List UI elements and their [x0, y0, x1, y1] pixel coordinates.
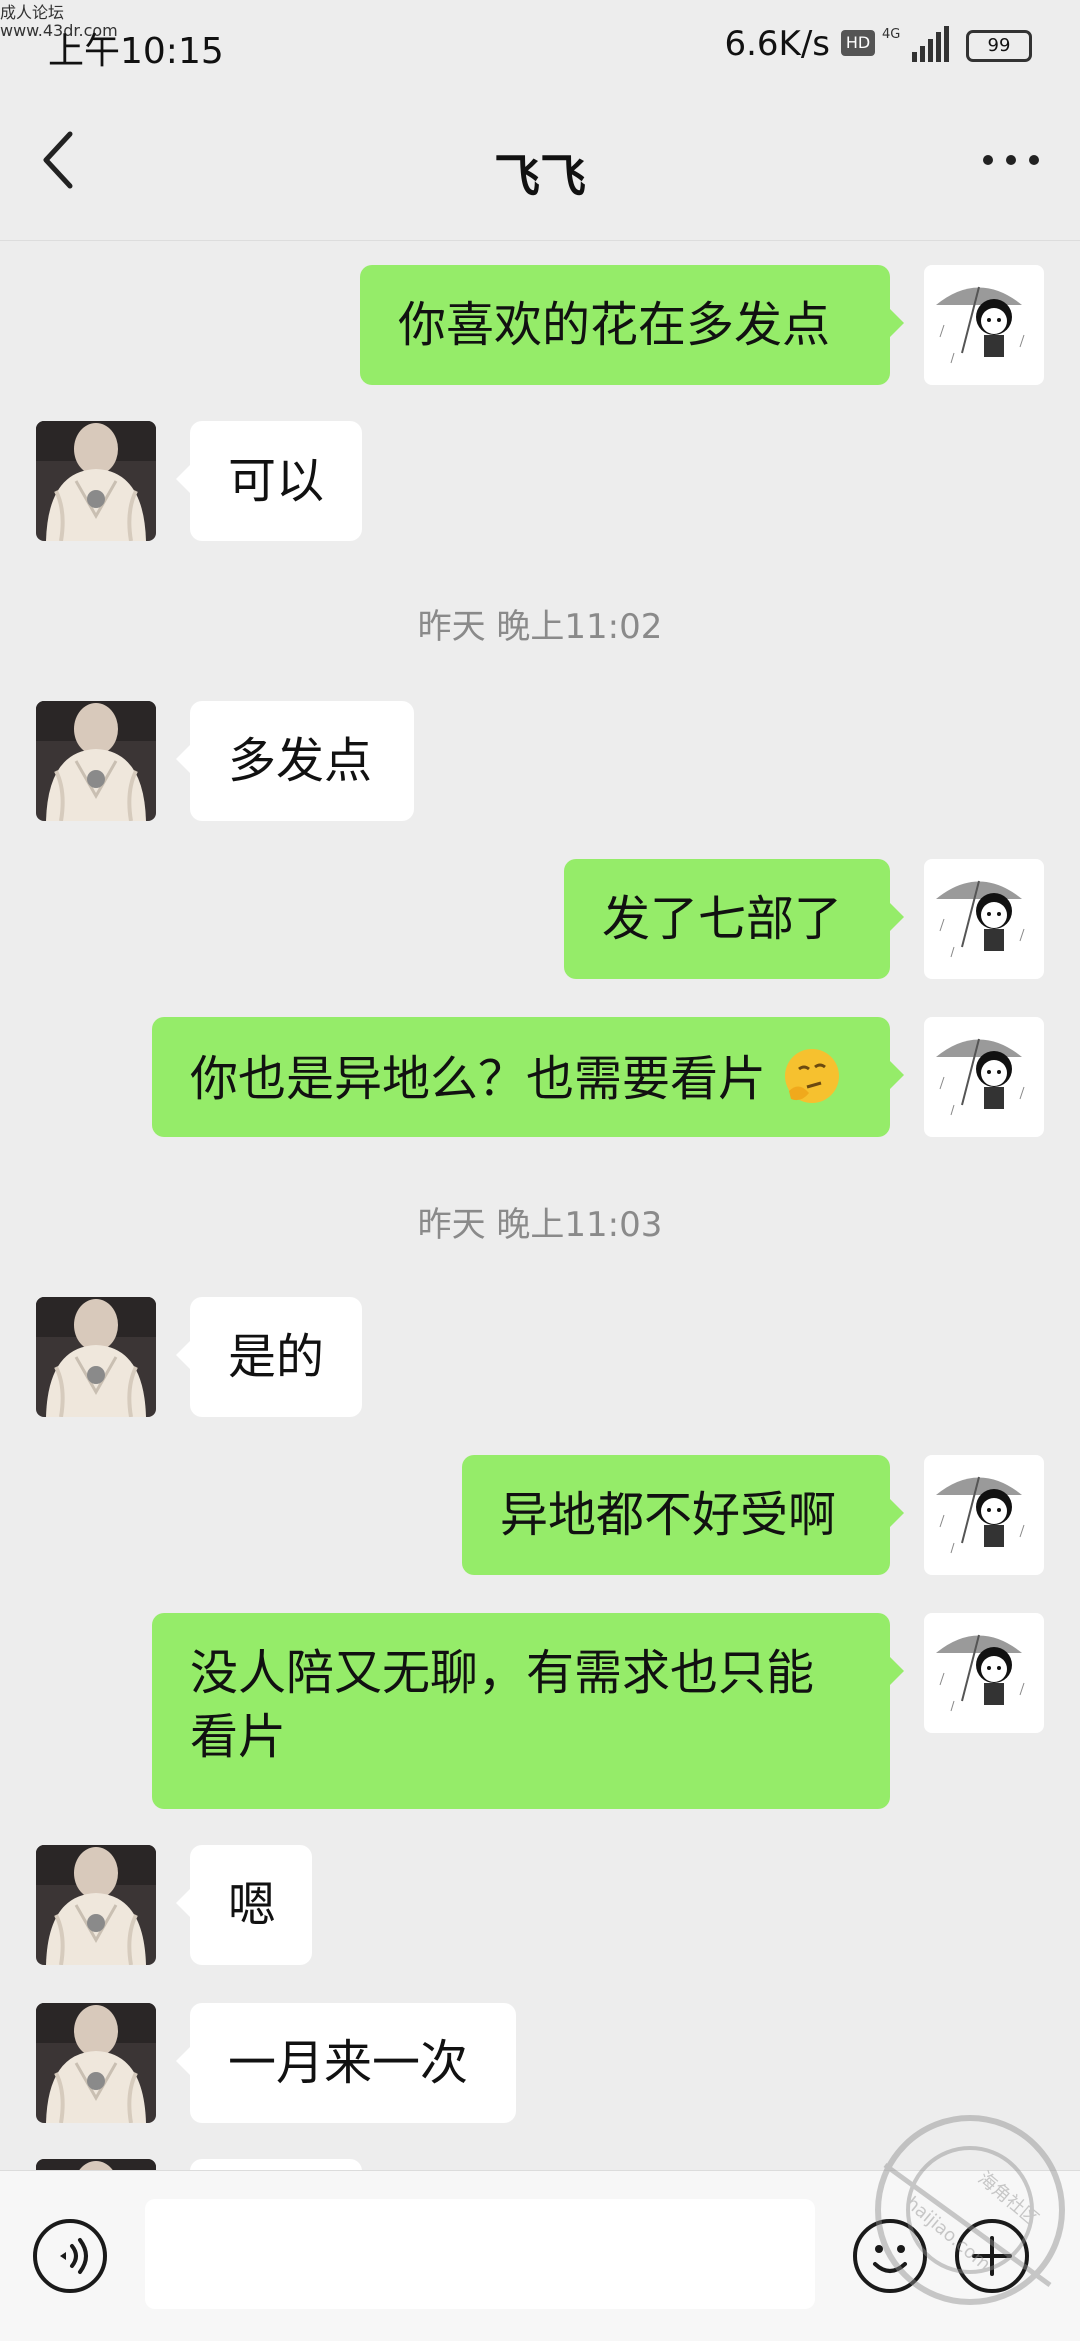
- status-time: 上午10:15: [48, 31, 224, 72]
- my-avatar-sticker[interactable]: [924, 859, 1044, 979]
- watermark-stamp-icon: 海角社区 haijiao.com: [875, 2115, 1065, 2305]
- message-text: 你也是异地么？也需要看片: [190, 1051, 767, 1107]
- message-bubble[interactable]: 你喜欢的花在多发点: [360, 265, 904, 385]
- message-bubble[interactable]: 异地都不好受啊: [462, 1455, 904, 1575]
- signal-icon: 4G: [882, 26, 949, 62]
- message-bubble[interactable]: 没人陪又无聊，有需求也只能 看片: [152, 1613, 904, 1809]
- my-avatar-sticker[interactable]: [924, 1017, 1044, 1137]
- message-text: 没人陪又无聊，有需求也只能: [190, 1645, 815, 1701]
- chat-header: 飞飞: [0, 90, 1080, 241]
- message-bubble[interactable]: 一月来一次: [176, 2003, 516, 2123]
- network-speed: 6.6K/s: [724, 24, 830, 64]
- message-bubble[interactable]: 你也是异地么？也需要看片: [152, 1017, 904, 1137]
- contact-avatar[interactable]: [36, 1845, 156, 1965]
- battery-icon: 99: [966, 30, 1032, 62]
- my-avatar-sticker[interactable]: [924, 1455, 1044, 1575]
- message-bubble[interactable]: 是的: [176, 1297, 362, 1417]
- contact-avatar[interactable]: [36, 1297, 156, 1417]
- thinking-emoji-icon: [785, 1049, 840, 1103]
- message-bubble[interactable]: 可以: [176, 421, 362, 541]
- my-avatar-sticker[interactable]: [924, 1613, 1044, 1733]
- my-avatar-sticker[interactable]: [924, 265, 1044, 385]
- message-bubble[interactable]: 嗯: [176, 1845, 312, 1965]
- voice-icon[interactable]: [30, 2216, 110, 2296]
- contact-avatar[interactable]: [36, 701, 156, 821]
- battery-level: 99: [987, 35, 1011, 56]
- more-dots-icon[interactable]: [976, 130, 1046, 190]
- contact-avatar[interactable]: [36, 421, 156, 541]
- message-input[interactable]: [145, 2199, 815, 2309]
- message-text: 看片: [190, 1709, 287, 1765]
- message-bubble[interactable]: 多发点: [176, 701, 414, 821]
- chat-title: 飞飞: [494, 149, 586, 203]
- message-bubble[interactable]: 发了七部了: [564, 859, 904, 979]
- status-bar: 成人论坛 www.43dr.com 上午10:15 6.6K/s HD 4G 9…: [0, 0, 1080, 90]
- watermark-line: 成人论坛: [0, 3, 65, 22]
- timestamp: 昨天 晚上11:02: [417, 607, 663, 647]
- hd-badge: HD: [841, 30, 875, 56]
- message-list[interactable]: 你喜欢的花在多发点 可以 昨天 晚上11:02 多发点 发了七部了 你也是异地么…: [0, 241, 1080, 2170]
- contact-avatar[interactable]: [36, 2003, 156, 2123]
- timestamp: 昨天 晚上11:03: [417, 1205, 663, 1245]
- signal-type: 4G: [882, 27, 900, 42]
- message-bubble[interactable]: [190, 2159, 362, 2170]
- contact-avatar[interactable]: [36, 2159, 156, 2170]
